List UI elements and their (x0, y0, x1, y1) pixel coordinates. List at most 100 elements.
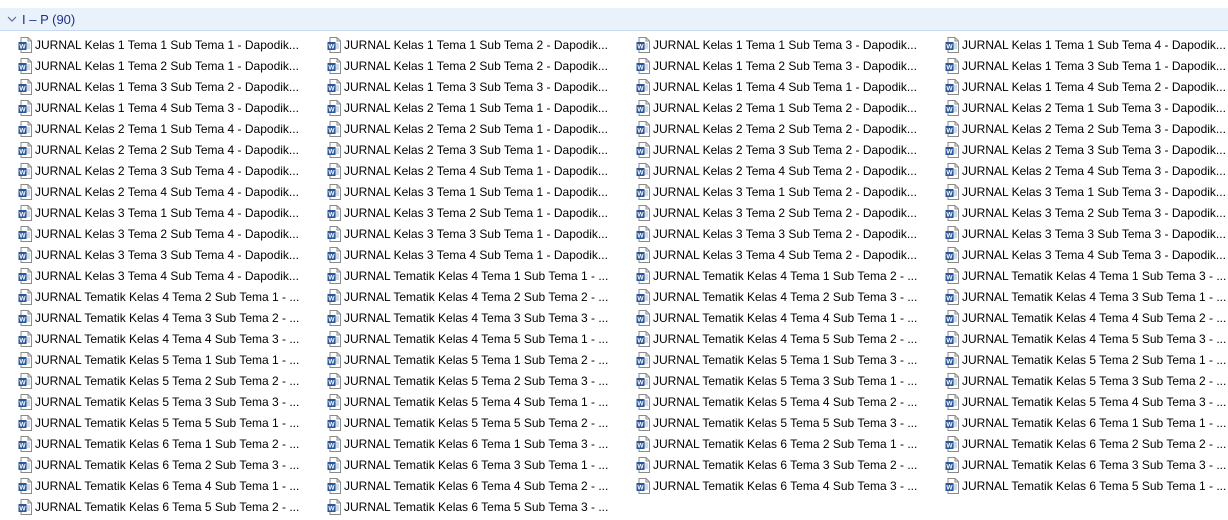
file-item[interactable]: W JURNAL Kelas 3 Tema 3 Sub Tema 1 - Dapo… (327, 223, 627, 244)
file-item[interactable]: W JURNAL Tematik Kelas 6 Tema 1 Sub Tema … (945, 412, 1228, 433)
word-document-icon: W (327, 267, 341, 284)
file-item[interactable]: W JURNAL Kelas 3 Tema 3 Sub Tema 2 - Dapo… (636, 223, 936, 244)
file-item[interactable]: W JURNAL Kelas 2 Tema 4 Sub Tema 4 - Dapo… (18, 181, 318, 202)
file-item[interactable]: W JURNAL Tematik Kelas 4 Tema 3 Sub Tema … (945, 286, 1228, 307)
file-item[interactable]: W JURNAL Tematik Kelas 5 Tema 3 Sub Tema … (636, 370, 936, 391)
file-item[interactable]: W JURNAL Kelas 3 Tema 4 Sub Tema 4 - Dapo… (18, 265, 318, 286)
file-item[interactable]: W JURNAL Kelas 2 Tema 2 Sub Tema 2 - Dapo… (636, 118, 936, 139)
file-item[interactable]: W JURNAL Kelas 1 Tema 3 Sub Tema 3 - Dapo… (327, 76, 627, 97)
file-item[interactable]: W JURNAL Tematik Kelas 4 Tema 3 Sub Tema … (18, 307, 318, 328)
file-item[interactable]: W JURNAL Kelas 3 Tema 1 Sub Tema 3 - Dapo… (945, 181, 1228, 202)
file-item[interactable]: W JURNAL Kelas 1 Tema 2 Sub Tema 3 - Dapo… (636, 55, 936, 76)
file-item[interactable]: W JURNAL Tematik Kelas 4 Tema 2 Sub Tema … (636, 286, 936, 307)
file-item[interactable]: W JURNAL Kelas 3 Tema 2 Sub Tema 3 - Dapo… (945, 202, 1228, 223)
file-item[interactable]: W JURNAL Tematik Kelas 5 Tema 1 Sub Tema … (18, 349, 318, 370)
file-item[interactable]: W JURNAL Tematik Kelas 5 Tema 3 Sub Tema … (18, 391, 318, 412)
file-item[interactable]: W JURNAL Kelas 1 Tema 1 Sub Tema 4 - Dapo… (945, 34, 1228, 55)
file-item[interactable]: W JURNAL Kelas 2 Tema 2 Sub Tema 1 - Dapo… (327, 118, 627, 139)
file-item[interactable]: W JURNAL Tematik Kelas 6 Tema 4 Sub Tema … (18, 475, 318, 496)
group-title: I – P (90) (22, 11, 76, 27)
file-item[interactable]: W JURNAL Kelas 3 Tema 4 Sub Tema 3 - Dapo… (945, 244, 1228, 265)
file-item[interactable]: W JURNAL Tematik Kelas 5 Tema 5 Sub Tema … (327, 412, 627, 433)
word-document-icon: W (945, 183, 959, 200)
file-item[interactable]: W JURNAL Kelas 1 Tema 2 Sub Tema 1 - Dapo… (18, 55, 318, 76)
file-item[interactable]: W JURNAL Tematik Kelas 4 Tema 5 Sub Tema … (945, 328, 1228, 349)
file-item[interactable]: W JURNAL Tematik Kelas 6 Tema 3 Sub Tema … (327, 454, 627, 475)
file-item[interactable]: W JURNAL Kelas 2 Tema 3 Sub Tema 3 - Dapo… (945, 139, 1228, 160)
file-item[interactable]: W JURNAL Kelas 2 Tema 4 Sub Tema 3 - Dapo… (945, 160, 1228, 181)
file-item[interactable]: W JURNAL Tematik Kelas 5 Tema 5 Sub Tema … (636, 412, 936, 433)
file-item[interactable]: W JURNAL Tematik Kelas 4 Tema 1 Sub Tema … (636, 265, 936, 286)
file-item[interactable]: W JURNAL Tematik Kelas 4 Tema 1 Sub Tema … (327, 265, 627, 286)
file-item[interactable]: W JURNAL Kelas 3 Tema 3 Sub Tema 4 - Dapo… (18, 244, 318, 265)
file-item[interactable]: W JURNAL Tematik Kelas 5 Tema 2 Sub Tema … (945, 349, 1228, 370)
file-item[interactable]: W JURNAL Tematik Kelas 6 Tema 5 Sub Tema … (327, 496, 627, 517)
file-item[interactable]: W JURNAL Tematik Kelas 6 Tema 1 Sub Tema … (327, 433, 627, 454)
file-item[interactable]: W JURNAL Tematik Kelas 4 Tema 5 Sub Tema … (327, 328, 627, 349)
svg-text:W: W (637, 295, 644, 302)
file-item[interactable]: W JURNAL Tematik Kelas 5 Tema 5 Sub Tema … (18, 412, 318, 433)
file-item[interactable]: W JURNAL Kelas 1 Tema 1 Sub Tema 2 - Dapo… (327, 34, 627, 55)
file-name: JURNAL Tematik Kelas 4 Tema 4 Sub Tema 2… (962, 310, 1227, 325)
file-item[interactable]: W JURNAL Tematik Kelas 6 Tema 3 Sub Tema … (945, 454, 1228, 475)
file-item[interactable]: W JURNAL Kelas 3 Tema 4 Sub Tema 1 - Dapo… (327, 244, 627, 265)
file-item[interactable]: W JURNAL Tematik Kelas 4 Tema 3 Sub Tema … (327, 307, 627, 328)
file-item[interactable]: W JURNAL Tematik Kelas 6 Tema 5 Sub Tema … (18, 496, 318, 517)
file-item[interactable]: W JURNAL Tematik Kelas 4 Tema 2 Sub Tema … (18, 286, 318, 307)
group-header[interactable]: I – P (90) (0, 8, 1228, 31)
file-item[interactable]: W JURNAL Tematik Kelas 5 Tema 4 Sub Tema … (327, 391, 627, 412)
file-item[interactable]: W JURNAL Kelas 1 Tema 2 Sub Tema 2 - Dapo… (327, 55, 627, 76)
file-item[interactable]: W JURNAL Kelas 2 Tema 1 Sub Tema 4 - Dapo… (18, 118, 318, 139)
file-item[interactable]: W JURNAL Tematik Kelas 6 Tema 2 Sub Tema … (18, 454, 318, 475)
file-item[interactable]: W JURNAL Tematik Kelas 6 Tema 2 Sub Tema … (636, 433, 936, 454)
file-item[interactable]: W JURNAL Tematik Kelas 5 Tema 3 Sub Tema … (945, 370, 1228, 391)
file-item[interactable]: W JURNAL Kelas 2 Tema 4 Sub Tema 2 - Dapo… (636, 160, 936, 181)
file-item[interactable]: W JURNAL Kelas 3 Tema 1 Sub Tema 2 - Dapo… (636, 181, 936, 202)
file-item[interactable]: W JURNAL Kelas 1 Tema 4 Sub Tema 2 - Dapo… (945, 76, 1228, 97)
file-item[interactable]: W JURNAL Kelas 1 Tema 1 Sub Tema 3 - Dapo… (636, 34, 936, 55)
file-item[interactable]: W JURNAL Kelas 3 Tema 2 Sub Tema 2 - Dapo… (636, 202, 936, 223)
file-item[interactable]: W JURNAL Tematik Kelas 5 Tema 2 Sub Tema … (18, 370, 318, 391)
file-item[interactable]: W JURNAL Kelas 3 Tema 3 Sub Tema 3 - Dapo… (945, 223, 1228, 244)
file-item[interactable]: W JURNAL Kelas 2 Tema 4 Sub Tema 1 - Dapo… (327, 160, 627, 181)
file-item[interactable]: W JURNAL Tematik Kelas 6 Tema 4 Sub Tema … (636, 475, 936, 496)
file-item[interactable]: W JURNAL Kelas 3 Tema 4 Sub Tema 2 - Dapo… (636, 244, 936, 265)
file-item[interactable]: W JURNAL Tematik Kelas 5 Tema 1 Sub Tema … (636, 349, 936, 370)
file-item[interactable]: W JURNAL Kelas 2 Tema 3 Sub Tema 4 - Dapo… (18, 160, 318, 181)
file-item[interactable]: W JURNAL Kelas 3 Tema 2 Sub Tema 1 - Dapo… (327, 202, 627, 223)
file-item[interactable]: W JURNAL Tematik Kelas 5 Tema 4 Sub Tema … (636, 391, 936, 412)
file-item[interactable]: W JURNAL Kelas 2 Tema 3 Sub Tema 2 - Dapo… (636, 139, 936, 160)
word-document-icon: W (18, 393, 32, 410)
file-item[interactable]: W JURNAL Tematik Kelas 5 Tema 1 Sub Tema … (327, 349, 627, 370)
file-item[interactable]: W JURNAL Kelas 1 Tema 3 Sub Tema 1 - Dapo… (945, 55, 1228, 76)
file-item[interactable]: W JURNAL Tematik Kelas 6 Tema 3 Sub Tema … (636, 454, 936, 475)
file-item[interactable]: W JURNAL Tematik Kelas 6 Tema 2 Sub Tema … (945, 433, 1228, 454)
file-item[interactable]: W JURNAL Tematik Kelas 4 Tema 5 Sub Tema … (636, 328, 936, 349)
file-item[interactable]: W JURNAL Kelas 3 Tema 1 Sub Tema 4 - Dapo… (18, 202, 318, 223)
file-item[interactable]: W JURNAL Kelas 2 Tema 2 Sub Tema 3 - Dapo… (945, 118, 1228, 139)
file-item[interactable]: W JURNAL Kelas 2 Tema 2 Sub Tema 4 - Dapo… (18, 139, 318, 160)
file-item[interactable]: W JURNAL Tematik Kelas 4 Tema 4 Sub Tema … (636, 307, 936, 328)
file-item[interactable]: W JURNAL Kelas 1 Tema 4 Sub Tema 3 - Dapo… (18, 97, 318, 118)
chevron-down-icon[interactable] (5, 12, 19, 26)
svg-text:W: W (19, 463, 26, 470)
file-name: JURNAL Kelas 2 Tema 4 Sub Tema 2 - Dapod… (653, 163, 917, 178)
file-item[interactable]: W JURNAL Tematik Kelas 6 Tema 1 Sub Tema … (18, 433, 318, 454)
file-item[interactable]: W JURNAL Kelas 2 Tema 3 Sub Tema 1 - Dapo… (327, 139, 627, 160)
file-item[interactable]: W JURNAL Tematik Kelas 4 Tema 2 Sub Tema … (327, 286, 627, 307)
file-item[interactable]: W JURNAL Tematik Kelas 4 Tema 1 Sub Tema … (945, 265, 1228, 286)
file-item[interactable]: W JURNAL Kelas 1 Tema 4 Sub Tema 1 - Dapo… (636, 76, 936, 97)
file-item[interactable]: W JURNAL Tematik Kelas 5 Tema 4 Sub Tema … (945, 391, 1228, 412)
file-item[interactable]: W JURNAL Kelas 2 Tema 1 Sub Tema 2 - Dapo… (636, 97, 936, 118)
file-item[interactable]: W JURNAL Kelas 2 Tema 1 Sub Tema 1 - Dapo… (327, 97, 627, 118)
file-item[interactable]: W JURNAL Tematik Kelas 6 Tema 4 Sub Tema … (327, 475, 627, 496)
file-item[interactable]: W JURNAL Kelas 3 Tema 1 Sub Tema 1 - Dapo… (327, 181, 627, 202)
file-item[interactable]: W JURNAL Kelas 1 Tema 3 Sub Tema 2 - Dapo… (18, 76, 318, 97)
file-item[interactable]: W JURNAL Tematik Kelas 4 Tema 4 Sub Tema … (18, 328, 318, 349)
file-item[interactable]: W JURNAL Tematik Kelas 4 Tema 4 Sub Tema … (945, 307, 1228, 328)
file-item[interactable]: W JURNAL Kelas 1 Tema 1 Sub Tema 1 - Dapo… (18, 34, 318, 55)
file-item[interactable]: W JURNAL Kelas 2 Tema 1 Sub Tema 3 - Dapo… (945, 97, 1228, 118)
file-item[interactable]: W JURNAL Tematik Kelas 5 Tema 2 Sub Tema … (327, 370, 627, 391)
file-item[interactable]: W JURNAL Tematik Kelas 6 Tema 5 Sub Tema … (945, 475, 1228, 496)
file-item[interactable]: W JURNAL Kelas 3 Tema 2 Sub Tema 4 - Dapo… (18, 223, 318, 244)
